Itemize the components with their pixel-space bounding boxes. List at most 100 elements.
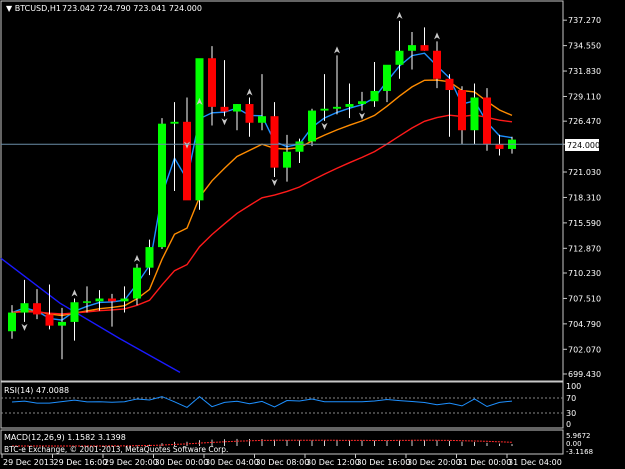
macd-bar: [299, 440, 300, 446]
chart-svg[interactable]: 737.270 734.550 731.830 729.110 726.470 721.0…: [0, 0, 625, 469]
macd-bar: [349, 440, 350, 446]
macd-bar: [361, 440, 363, 446]
candle-body: [370, 90, 379, 102]
y-tick-label: 731.830: [568, 67, 601, 76]
y-tick-label: 726.470: [568, 117, 601, 126]
x-tick-label: 29 Dec 20:00: [104, 458, 158, 467]
macd-bar: [374, 440, 375, 446]
candle-body: [358, 101, 366, 105]
current-price-label: 724.000: [567, 141, 600, 150]
candle-body: [470, 97, 479, 131]
x-tick-label: 30 Dec 20:00: [407, 458, 461, 467]
candle-body: [95, 298, 104, 302]
y-tick-label: 734.550: [568, 42, 601, 51]
candle-body: [108, 298, 116, 302]
y-tick-label: 704.790: [568, 320, 601, 329]
y-axis-labels: 737.270 734.550 731.830 729.110 726.470 721.0…: [563, 16, 601, 379]
x-tick-label: 29 Dec 16:00: [54, 458, 108, 467]
candle-body: [383, 64, 391, 91]
macd-bar: [336, 440, 338, 446]
chart-header-symbol: ▼ BTCUSD,H1: [6, 4, 61, 13]
x-tick-label: 30 Dec 04:00: [205, 458, 259, 467]
macd-value-zero: 0.00: [566, 440, 582, 448]
candle-body: [58, 321, 66, 326]
candle-body: [83, 301, 91, 303]
candle-body: [345, 104, 354, 107]
candle-body: [483, 97, 491, 145]
y-tick-label: 699.430: [568, 370, 601, 379]
rsi-level-70: 70: [566, 394, 576, 403]
rsi-level-0: 0: [566, 420, 571, 429]
candle-body: [270, 116, 279, 168]
rsi-level-100: 100: [566, 382, 581, 391]
y-tick-label: 712.870: [568, 244, 601, 253]
macd-bar: [249, 438, 250, 446]
rsi-label: RSI(14) 47.0088: [4, 386, 69, 395]
x-tick-label: 30 Dec 12:00: [306, 458, 360, 467]
rsi-level-30: 30: [566, 409, 576, 418]
macd-bar: [411, 440, 413, 446]
y-tick-label: 718.310: [568, 193, 601, 202]
macd-bar: [461, 441, 463, 446]
macd-bar: [311, 440, 313, 446]
macd-value-min: -3.1168: [566, 448, 593, 456]
macd-bar: [386, 440, 388, 446]
candle-body: [208, 58, 216, 107]
x-axis-labels: 29 Dec 2013 29 Dec 16:0029 Dec 20:0030 De…: [1, 454, 562, 467]
candle-body: [295, 141, 304, 152]
candle-body: [145, 247, 154, 268]
macd-bar: [436, 440, 438, 446]
candle-body: [433, 50, 441, 79]
candle-body: [245, 104, 254, 123]
candle-body: [495, 144, 504, 149]
y-tick-label: 737.270: [568, 16, 601, 25]
macd-bar: [449, 440, 450, 446]
x-tick-label: 31 Dec 00:00: [458, 458, 512, 467]
macd-bar: [474, 442, 475, 446]
x-tick-label: 31 Dec 04:00: [508, 458, 562, 467]
macd-label: MACD(12,26,9) 1.1582 3.1398: [4, 433, 126, 442]
x-tick-label: 30 Dec 08:00: [256, 458, 310, 467]
y-tick-label: 721.030: [568, 168, 601, 177]
copyright-text: BTC-e Exchange, © 2001-2013, MetaQuotes …: [4, 445, 228, 454]
candle-body: [170, 121, 179, 124]
candle-body: [458, 90, 466, 131]
candle-body: [183, 121, 191, 201]
y-tick-label: 715.590: [568, 219, 601, 228]
candle-body: [20, 303, 29, 313]
candle-body: [320, 108, 329, 111]
candle-body: [120, 298, 129, 302]
rsi-panel-frame: [0, 381, 564, 429]
macd-bar: [511, 444, 513, 446]
candle-body: [420, 45, 429, 51]
candle-body: [233, 104, 241, 112]
macd-bar: [399, 440, 400, 446]
macd-bar: [499, 443, 500, 446]
x-tick-label: 30 Dec 16:00: [357, 458, 411, 467]
candle-body: [195, 58, 204, 201]
macd-bar: [324, 440, 325, 446]
candle-body: [45, 314, 54, 326]
macd-bar: [486, 442, 488, 446]
macd-value-max: 5.9672: [566, 432, 591, 440]
candle-body: [33, 303, 41, 315]
candle-body: [158, 123, 166, 248]
candle-body: [408, 45, 416, 51]
x-tick-label: 29 Dec 2013: [3, 458, 54, 467]
chart-header-ohlc: 723.042 724.790 723.041 724.000: [62, 4, 202, 13]
x-tick-label: 30 Dec 00:00: [155, 458, 209, 467]
candle-body: [8, 312, 16, 332]
candle-body: [308, 110, 316, 142]
candle-body: [283, 151, 291, 168]
y-tick-label: 707.510: [568, 294, 601, 303]
macd-bar: [236, 438, 238, 446]
macd-bar: [424, 440, 425, 446]
candle-body: [395, 50, 404, 65]
main-chart-frame: [0, 0, 564, 382]
candle-body: [220, 106, 229, 112]
candle-body: [333, 106, 341, 109]
candle-body: [70, 302, 79, 322]
candle-body: [258, 116, 266, 123]
candle-body: [445, 78, 454, 91]
macd-bar: [286, 440, 288, 446]
